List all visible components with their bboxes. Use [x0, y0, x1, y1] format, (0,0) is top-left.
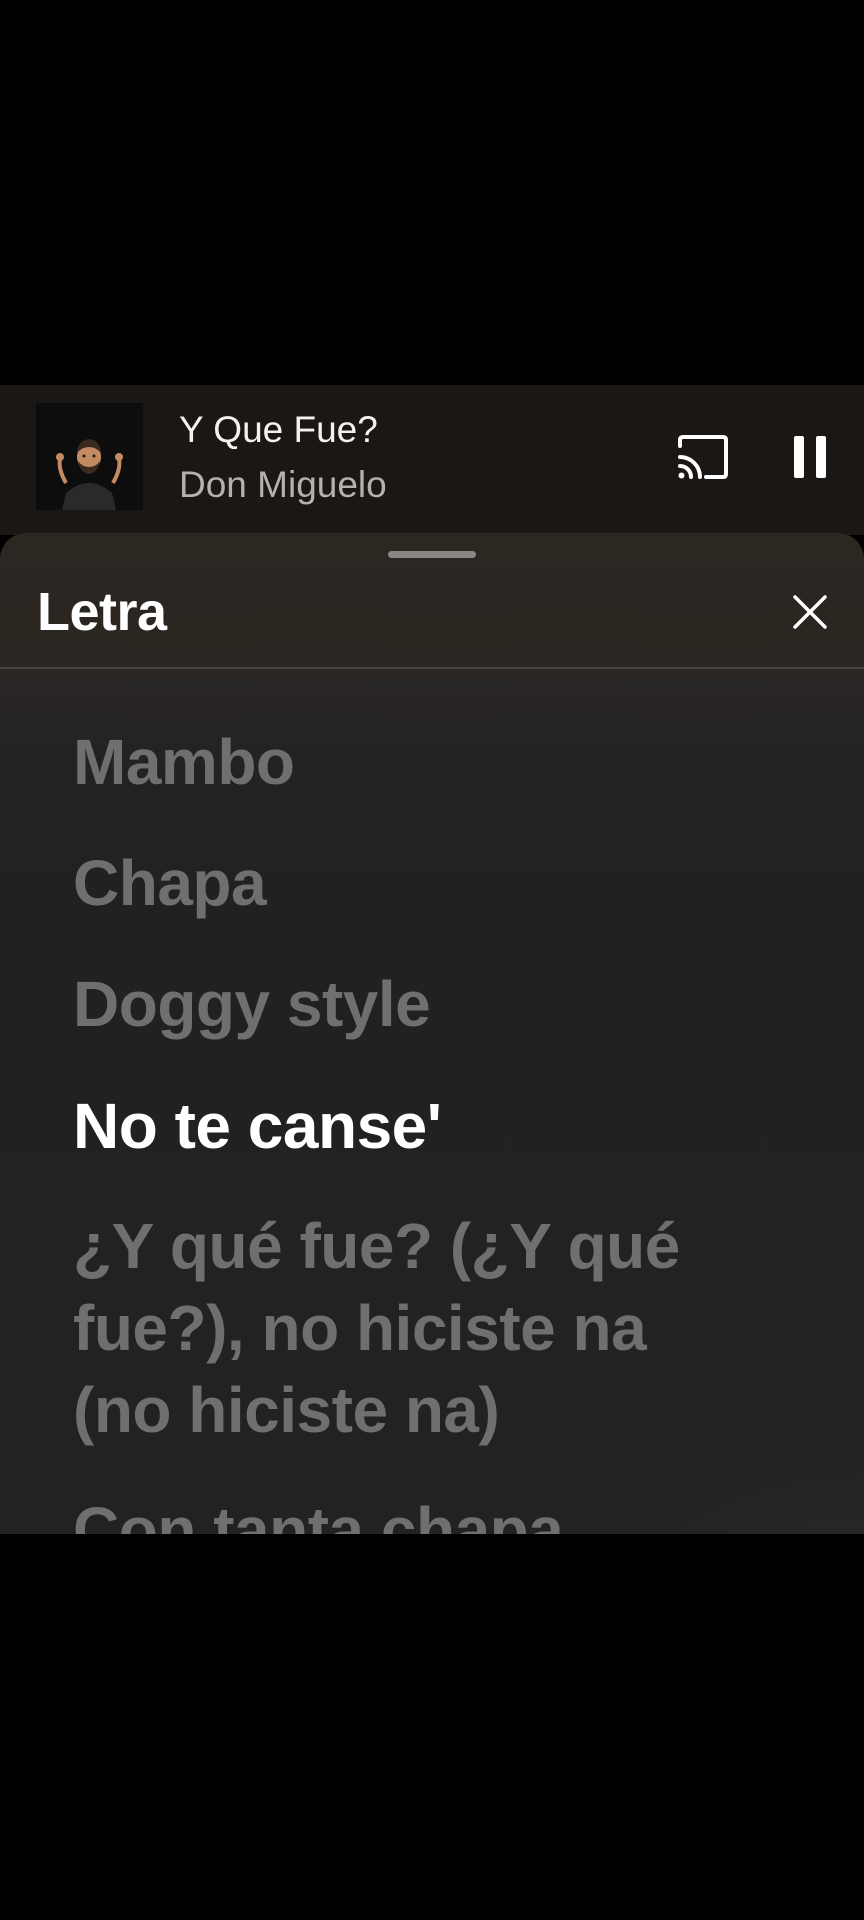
- pause-button[interactable]: [790, 434, 830, 480]
- track-title[interactable]: Y Que Fue?: [179, 408, 378, 452]
- lyric-line-active[interactable]: No te canse': [73, 1085, 442, 1167]
- track-artist[interactable]: Don Miguelo: [179, 463, 387, 507]
- top-black-area: [0, 0, 864, 385]
- close-icon: [793, 595, 827, 629]
- sheet-drag-handle[interactable]: [388, 551, 476, 558]
- lyric-line[interactable]: Con tanta chapa: [73, 1489, 564, 1534]
- lyric-line[interactable]: ¿Y qué fue? (¿Y qué: [73, 1205, 680, 1287]
- cast-button[interactable]: [676, 433, 730, 481]
- lyric-line[interactable]: (no hiciste na): [73, 1369, 500, 1451]
- album-art[interactable]: [36, 403, 143, 510]
- memoji-shrug-avatar-icon: [36, 403, 143, 510]
- lyrics-list[interactable]: Mambo Chapa Doggy style No te canse' ¿Y …: [0, 669, 864, 1534]
- cast-icon: [678, 435, 728, 479]
- lyric-line[interactable]: Mambo: [73, 721, 295, 803]
- close-button[interactable]: [790, 592, 830, 632]
- lyric-line[interactable]: fue?), no hiciste na: [73, 1287, 647, 1369]
- lyric-line[interactable]: Chapa: [73, 842, 267, 924]
- lyrics-sheet-title: Letra: [37, 582, 167, 642]
- lyric-line[interactable]: Doggy style: [73, 963, 431, 1045]
- pause-icon: [794, 436, 826, 478]
- bottom-black-area: [0, 1534, 864, 1920]
